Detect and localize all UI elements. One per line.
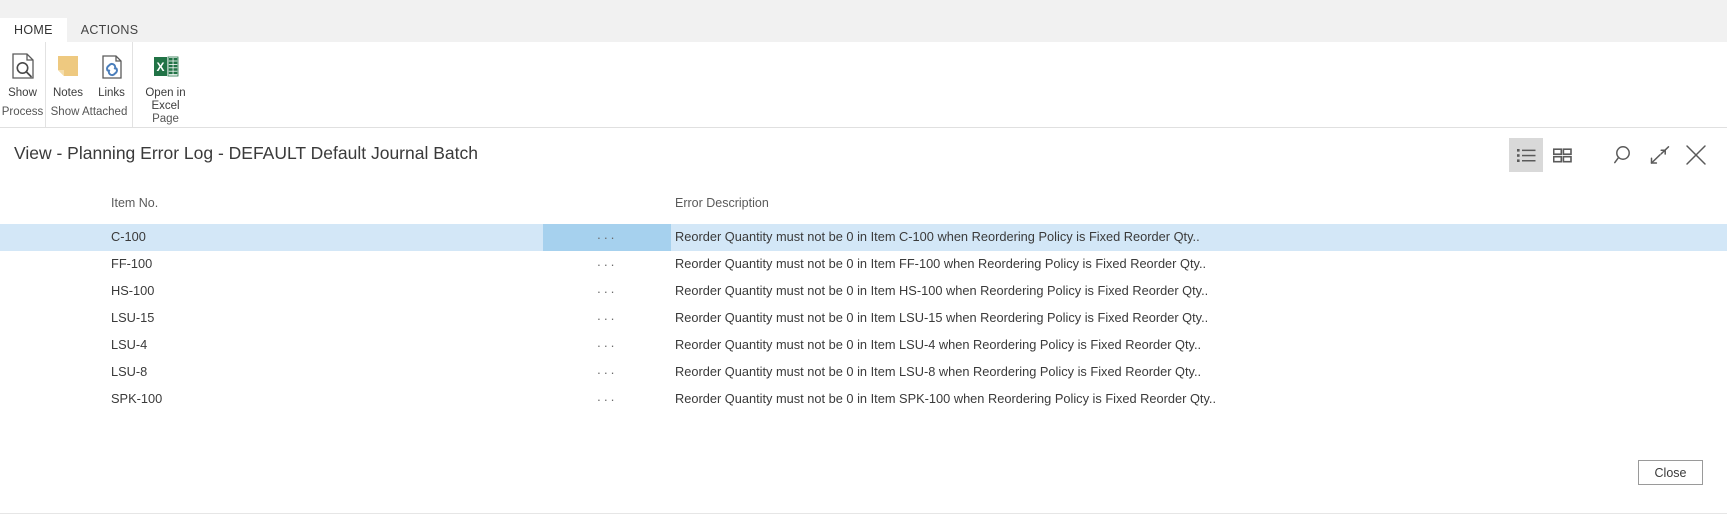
tile-view-icon — [1553, 148, 1572, 163]
list-view-button[interactable] — [1509, 138, 1543, 172]
ribbon-group-show-attached-label: Show Attached — [46, 105, 132, 127]
table-row[interactable]: C-100 ··· Reorder Quantity must not be 0 i… — [0, 224, 1727, 251]
cell-error-description: Reorder Quantity must not be 0 in Item C… — [675, 229, 1200, 244]
row-options-ellipsis-icon[interactable]: ··· — [543, 278, 671, 305]
links-button-label: Links — [85, 87, 139, 100]
planning-error-log-page: HOME ACTIONS — [0, 0, 1727, 514]
ribbon-group-process: Show Process — [0, 42, 45, 127]
excel-icon: X — [151, 50, 181, 84]
search-icon — [1613, 144, 1635, 166]
cell-error-description: Reorder Quantity must not be 0 in Item L… — [675, 364, 1201, 379]
column-header-item-no[interactable]: Item No. — [111, 196, 158, 210]
ribbon-group-page-label: Page — [133, 112, 198, 127]
ribbon-group-page-items: X — [133, 42, 198, 112]
list-view-icon — [1517, 148, 1536, 163]
cell-item-no: LSU-15 — [111, 310, 154, 325]
ribbon: HOME ACTIONS — [0, 0, 1727, 128]
ribbon-tab-actions-label: ACTIONS — [81, 23, 139, 37]
error-log-grid: Item No. Error Description C-100 ··· Reord… — [0, 182, 1727, 413]
table-row[interactable]: SPK-100 ··· Reorder Quantity must not be 0… — [0, 386, 1727, 413]
cell-item-no: SPK-100 — [111, 391, 162, 406]
row-options-ellipsis-icon[interactable]: ··· — [543, 224, 671, 251]
table-row[interactable]: FF-100 ··· Reorder Quantity must not be 0 … — [0, 251, 1727, 278]
cell-item-no: HS-100 — [111, 283, 154, 298]
close-button[interactable]: Close — [1638, 460, 1703, 485]
notes-button[interactable]: Notes — [46, 48, 90, 100]
cell-error-description: Reorder Quantity must not be 0 in Item F… — [675, 256, 1206, 271]
ribbon-group-show-attached: Notes Links — [45, 42, 132, 127]
search-button[interactable] — [1607, 138, 1641, 172]
row-options-ellipsis-icon[interactable]: ··· — [543, 386, 671, 413]
show-magnifier-page-icon — [9, 50, 37, 84]
page-title: View - Planning Error Log - DEFAULT Defa… — [14, 143, 478, 164]
grid-header-row: Item No. Error Description — [0, 182, 1727, 224]
table-row[interactable]: HS-100 ··· Reorder Quantity must not be 0 … — [0, 278, 1727, 305]
column-header-error-description[interactable]: Error Description — [675, 196, 769, 210]
ribbon-groups: Show Process — [0, 42, 198, 127]
cell-error-description: Reorder Quantity must not be 0 in Item S… — [675, 391, 1216, 406]
cell-item-no: LSU-8 — [111, 364, 147, 379]
open-in-excel-button-label: Open in Excel — [139, 87, 193, 112]
cell-item-no: FF-100 — [111, 256, 152, 271]
row-options-ellipsis-icon[interactable]: ··· — [543, 359, 671, 386]
header-actions — [1507, 138, 1713, 172]
grid-body: C-100 ··· Reorder Quantity must not be 0 i… — [0, 224, 1727, 413]
ribbon-tab-strip: HOME ACTIONS — [0, 18, 152, 42]
svg-text:X: X — [156, 60, 164, 74]
row-options-ellipsis-icon[interactable]: ··· — [543, 251, 671, 278]
links-button[interactable]: Links — [90, 48, 133, 100]
ribbon-body: Show Process — [0, 42, 1727, 127]
row-options-ellipsis-icon[interactable]: ··· — [543, 305, 671, 332]
table-row[interactable]: LSU-4 ··· Reorder Quantity must not be 0 i… — [0, 332, 1727, 359]
shrink-button[interactable] — [1643, 138, 1677, 172]
links-chain-page-icon — [99, 50, 125, 84]
close-icon — [1684, 143, 1708, 167]
ribbon-group-show-attached-items: Notes Links — [46, 42, 132, 105]
show-button[interactable]: Show — [0, 48, 45, 100]
ribbon-tab-home[interactable]: HOME — [0, 18, 67, 42]
shrink-icon — [1649, 144, 1671, 166]
ribbon-group-process-items: Show — [0, 42, 45, 105]
table-row[interactable]: LSU-8 ··· Reorder Quantity must not be 0 i… — [0, 359, 1727, 386]
close-window-button[interactable] — [1679, 138, 1713, 172]
notes-sticky-icon — [55, 50, 81, 84]
page-header: View - Planning Error Log - DEFAULT Defa… — [0, 128, 1727, 182]
cell-error-description: Reorder Quantity must not be 0 in Item L… — [675, 310, 1208, 325]
ribbon-tab-home-label: HOME — [14, 23, 53, 37]
cell-item-no: LSU-4 — [111, 337, 147, 352]
open-in-excel-button[interactable]: X — [133, 48, 198, 112]
ribbon-group-page: X — [132, 42, 198, 127]
cell-error-description: Reorder Quantity must not be 0 in Item L… — [675, 337, 1201, 352]
row-options-ellipsis-icon[interactable]: ··· — [543, 332, 671, 359]
ribbon-tab-actions[interactable]: ACTIONS — [67, 18, 153, 42]
cell-error-description: Reorder Quantity must not be 0 in Item H… — [675, 283, 1208, 298]
cell-item-no: C-100 — [111, 229, 146, 244]
page-footer: Close — [0, 454, 1727, 514]
table-row[interactable]: LSU-15 ··· Reorder Quantity must not be 0 … — [0, 305, 1727, 332]
tile-view-button[interactable] — [1545, 138, 1579, 172]
ribbon-group-process-label: Process — [0, 105, 45, 127]
